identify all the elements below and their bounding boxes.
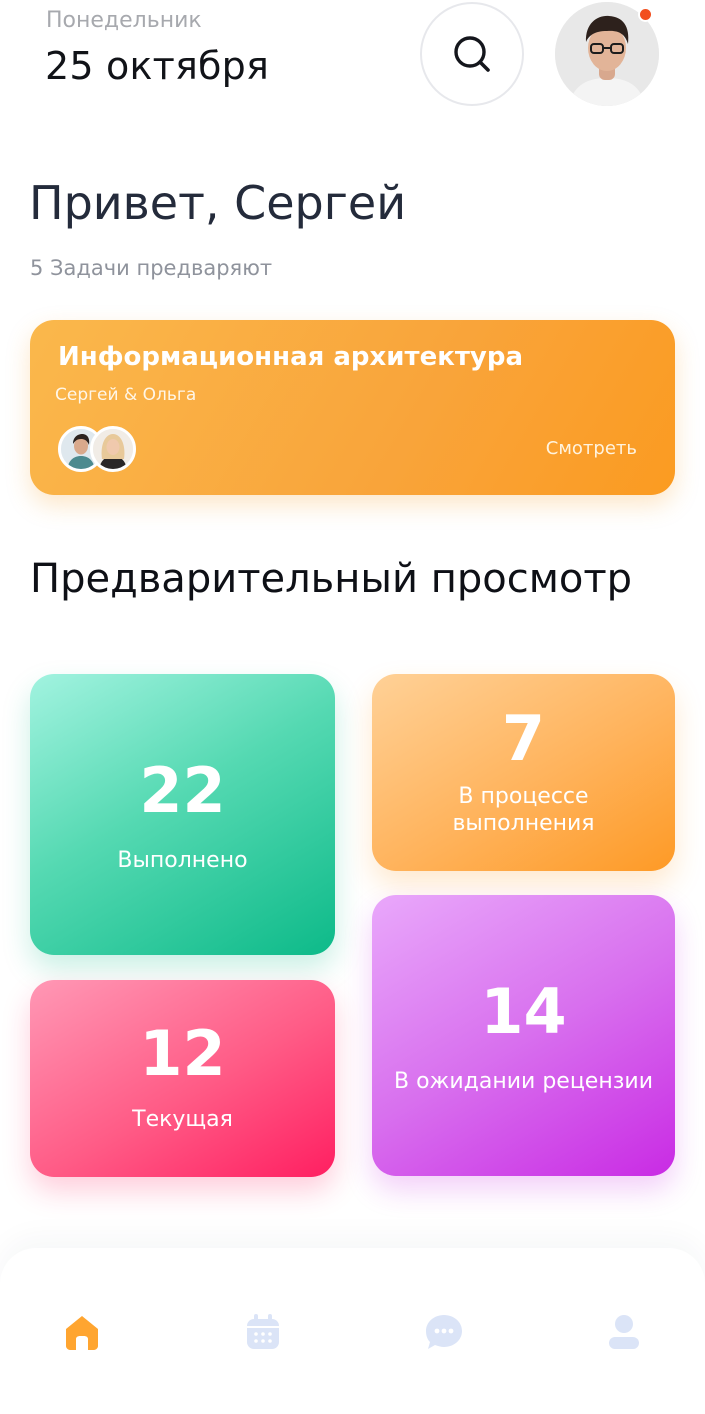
nav-home[interactable] — [60, 1310, 104, 1354]
project-title: Информационная архитектура — [58, 342, 524, 372]
stat-card-review[interactable]: 14 В ожидании рецензии — [372, 895, 675, 1176]
stat-label: Текущая — [132, 1107, 233, 1133]
stat-value: 22 — [139, 754, 226, 828]
stat-value: 12 — [139, 1017, 226, 1091]
search-icon — [454, 36, 490, 72]
stat-card-in-progress[interactable]: 7 В процессе выполнения — [372, 674, 675, 871]
nav-profile[interactable] — [602, 1310, 646, 1354]
stat-card-done[interactable]: 22 Выполнено — [30, 674, 335, 955]
weekday-label: Понедельник — [46, 8, 202, 33]
section-title: Предварительный просмотр — [30, 556, 633, 602]
member-avatars — [58, 426, 138, 472]
search-button[interactable] — [420, 2, 524, 106]
greeting-title: Привет, Сергей — [29, 176, 407, 230]
date-label: 25 октября — [45, 44, 270, 88]
nav-chat[interactable] — [422, 1310, 466, 1354]
view-link[interactable]: Смотреть — [546, 438, 637, 459]
stat-value: 14 — [480, 975, 567, 1049]
bottom-nav — [0, 1248, 705, 1414]
stat-label: Выполнено — [117, 848, 248, 874]
calendar-icon — [247, 1314, 279, 1349]
profile-icon — [609, 1315, 639, 1349]
nav-calendar[interactable] — [241, 1310, 285, 1354]
project-members: Сергей & Ольга — [55, 385, 197, 405]
home-screen: Понедельник 25 октября Привет, Сергей 5 … — [0, 0, 705, 1414]
stat-label: В ожидании рецензии — [393, 1069, 653, 1095]
stat-label: В процессе выполнения — [452, 784, 595, 836]
project-card[interactable]: Информационная архитектура Сергей & Ольг… — [30, 320, 675, 495]
stat-value: 7 — [501, 702, 546, 776]
notification-dot — [638, 7, 653, 22]
chat-icon — [426, 1315, 462, 1349]
member-avatar — [90, 426, 136, 472]
stat-card-current[interactable]: 12 Текущая — [30, 980, 335, 1177]
home-icon — [66, 1316, 98, 1350]
tasks-count: 5 Задачи предваряют — [30, 256, 273, 280]
